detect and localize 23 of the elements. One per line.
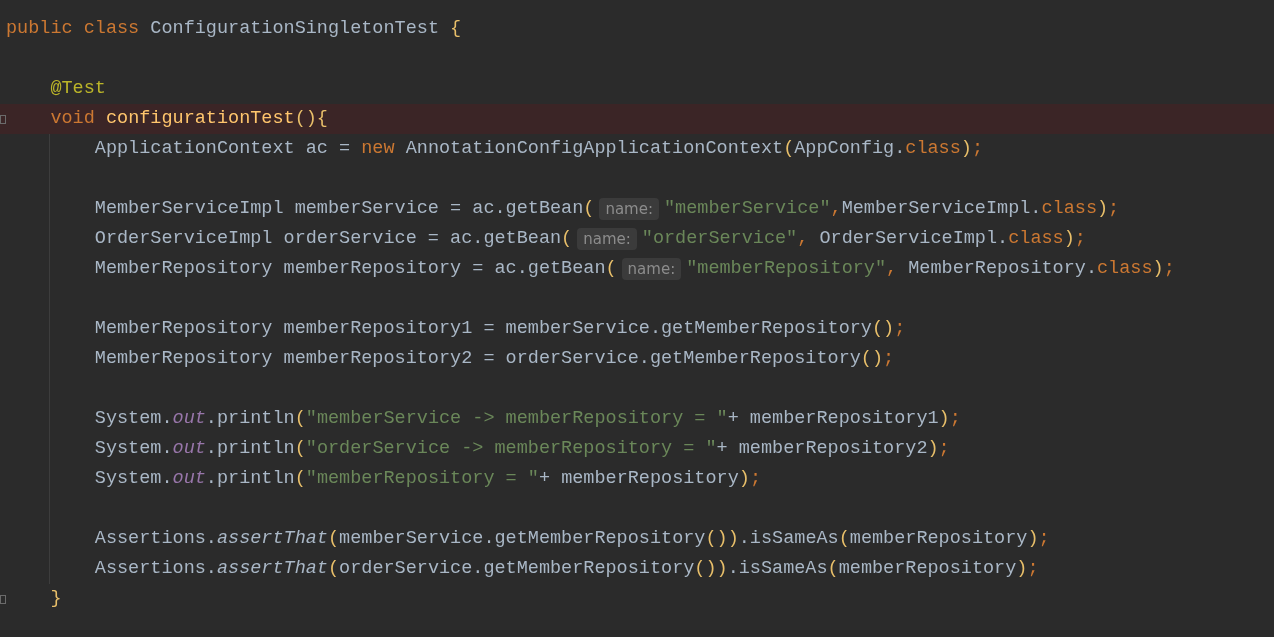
code-text: @Test [49, 77, 106, 102]
code-text: Assertions.assertThat(orderService.getMemberRepository()).isSameAs(memberRepository); [93, 557, 1039, 582]
code-text: void configurationTest(){ [49, 107, 328, 132]
fold-marker-icon[interactable] [0, 595, 6, 604]
code-text: "memberService",MemberServiceImpl.class); [664, 197, 1120, 222]
code-text: Assertions.assertThat(memberService.getMemberRepository()).isSameAs(memberRepository); [93, 527, 1050, 552]
fold-marker-icon[interactable] [0, 115, 6, 124]
inlay-hint: name: [577, 228, 637, 250]
code-text: public class ConfigurationSingletonTest { [6, 17, 462, 42]
code-text: System.out.println("memberRepository = "+ memberRepository); [93, 467, 761, 492]
code-text: "orderService", OrderServiceImpl.class); [641, 227, 1086, 252]
code-text: System.out.println("orderService -> memberRepository = "+ memberRepository2); [93, 437, 950, 462]
code-text: MemberRepository memberRepository1 = memberService.getMemberRepository(); [93, 317, 906, 342]
inlay-hint: name: [599, 198, 659, 220]
code-text: MemberRepository memberRepository2 = orderService.getMemberRepository(); [93, 347, 895, 372]
inlay-hint: name: [621, 258, 682, 280]
code-text: "memberRepository", MemberRepository.class); [686, 257, 1175, 282]
code-text: MemberServiceImpl memberService = ac.getBean( [93, 197, 595, 222]
code-text: } [49, 587, 62, 612]
code-text: MemberRepository memberRepository = ac.getBean( [93, 257, 617, 282]
code-text: System.out.println("memberService -> memberRepository = "+ memberRepository1); [93, 407, 961, 432]
code-text: OrderServiceImpl orderService = ac.getBean( [93, 227, 573, 252]
code-text: ApplicationContext ac = new AnnotationConfigApplicationContext(AppConfig.class); [93, 137, 984, 162]
